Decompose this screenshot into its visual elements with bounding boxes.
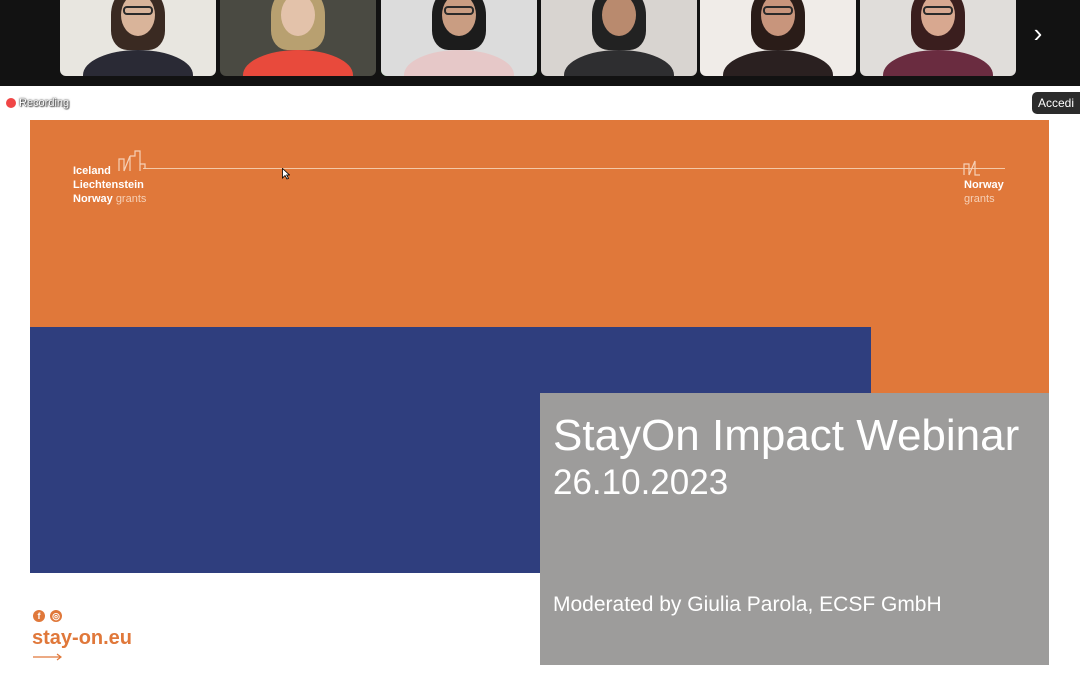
chevron-right-icon[interactable]: › [1028, 20, 1048, 46]
mouse-cursor-icon [282, 168, 290, 180]
participant-video-tile[interactable] [700, 0, 856, 76]
participant-video-tile[interactable] [541, 0, 697, 76]
logo-line-grants-right: grants [964, 193, 995, 205]
participant-video-tile[interactable] [381, 0, 537, 76]
glasses-icon [763, 6, 793, 15]
glasses-icon [923, 6, 953, 15]
glasses-icon [444, 6, 474, 15]
slide-moderator: Moderated by Giulia Parola, ECSF GmbH [553, 593, 942, 616]
social-links: f ◎ [33, 610, 62, 622]
logo-line-norway-right: Norway [964, 179, 1004, 191]
norway-grants-icon [963, 160, 980, 176]
norway-grants-logo: Norway grants [964, 178, 1004, 206]
shared-slide: Iceland Liechtenstein Norway grants Norw… [30, 120, 1049, 670]
logo-divider-line [143, 168, 1005, 169]
recording-label: Recording [19, 97, 70, 109]
participant-video-tile[interactable] [220, 0, 376, 76]
participant-video-strip [0, 0, 1080, 86]
eea-grants-logo: Iceland Liechtenstein Norway grants [73, 164, 146, 206]
logo-line-liechtenstein: Liechtenstein [73, 179, 144, 191]
facebook-icon[interactable]: f [33, 610, 45, 622]
logo-line-grants: grants [115, 193, 147, 205]
recording-indicator: Recording [6, 95, 69, 111]
website-link[interactable]: stay-on.eu [32, 627, 132, 650]
accedi-button[interactable]: Accedi [1032, 92, 1080, 114]
logo-line-iceland: Iceland [73, 165, 111, 177]
slide-date: 26.10.2023 [553, 463, 729, 502]
slide-title: StayOn Impact Webinar [553, 411, 1020, 460]
glasses-icon [123, 6, 153, 15]
arrow-right-icon [33, 653, 62, 661]
participant-video-tile[interactable] [60, 0, 216, 76]
recording-dot-icon [6, 98, 16, 108]
participant-video-tile[interactable] [860, 0, 1016, 76]
logo-line-norway: Norway [73, 193, 113, 205]
title-panel: StayOn Impact Webinar 26.10.2023 Moderat… [540, 393, 1049, 665]
instagram-icon[interactable]: ◎ [50, 610, 62, 622]
